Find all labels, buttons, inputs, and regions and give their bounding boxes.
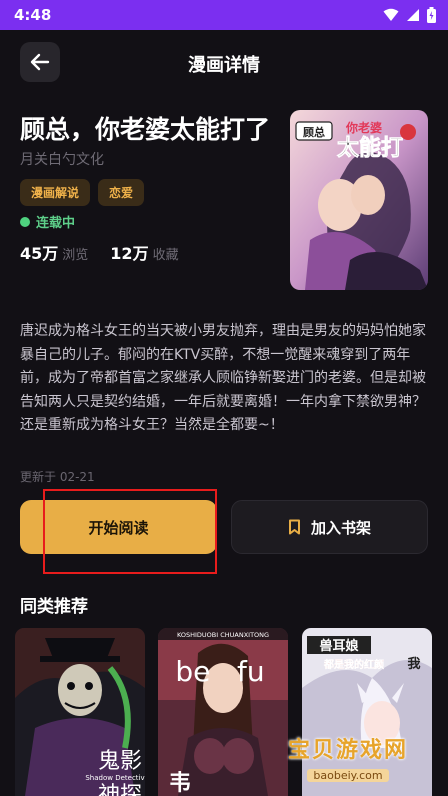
comic-title: 顾总，你老婆太能打了 [20, 115, 271, 144]
views-stat: 45万 浏览 [20, 240, 88, 264]
battery-icon [427, 7, 436, 23]
favorites-stat: 12万 收藏 [110, 240, 178, 264]
serial-status: 连载中 [20, 212, 75, 231]
serial-status-label: 连载中 [36, 216, 76, 231]
update-date: 更新于 02-21 [20, 470, 95, 484]
watermark-url: baobeiy.com [307, 769, 389, 782]
recommend-top-text: KOSHIDUOBI CHUANXITONG [177, 631, 269, 639]
favorites-label: 收藏 [152, 248, 179, 263]
views-count: 45万 [20, 244, 59, 263]
recommend-subtitle: 都是我的红颜 [323, 658, 384, 671]
tag-item[interactable]: 恋爱 [98, 179, 145, 206]
page-title: 漫画详情 [188, 55, 260, 76]
recommend-title-big: 鬼影 [98, 749, 142, 774]
cover-text-1: 顾总 [303, 125, 325, 139]
recommend-extra: 韦 [169, 771, 191, 796]
recommend-title: 同类推荐 [20, 597, 88, 617]
recommend-card[interactable]: 鬼影 Shadow Detectiv 神探 [15, 628, 145, 796]
watermark-title: 宝贝游戏网 [287, 738, 408, 763]
favorites-count: 12万 [110, 244, 149, 263]
status-icons [383, 7, 436, 23]
recommend-title: 兽耳娘 [319, 638, 359, 654]
add-to-shelf-button[interactable]: 加入书架 [231, 500, 428, 554]
comic-cover: 顾总 你老婆 太能打 [290, 110, 428, 290]
comic-publisher: 月关白勺文化 [20, 152, 104, 168]
add-to-shelf-label: 加入书架 [310, 519, 371, 537]
recommend-extra: 我 [407, 656, 420, 672]
wifi-icon [383, 8, 399, 21]
recommend-subtitle: Shadow Detectiv [85, 774, 144, 782]
signal-icon [407, 9, 419, 21]
status-bar: 4:48 [0, 0, 448, 30]
cover-text-2: 你老婆 [345, 120, 382, 135]
highlight-box [43, 489, 217, 574]
tag-list: 漫画解说 恋爱 [20, 179, 145, 206]
top-bar: 漫画详情 [0, 30, 448, 94]
bookmark-icon [288, 519, 300, 535]
tag-item[interactable]: 漫画解说 [20, 179, 91, 206]
site-watermark: 宝贝游戏网 baobeiy.com [268, 732, 428, 783]
status-time: 4:48 [14, 6, 52, 24]
recommend-big-text: be fu [175, 655, 264, 688]
comic-description: 唐迟成为格斗女王的当天被小男友抛弃，理由是男友的妈妈怕她家暴自己的儿子。郁闷的在… [20, 323, 426, 433]
stats-row: 45万 浏览 12万 收藏 [20, 240, 179, 264]
status-dot-icon [20, 216, 30, 227]
cover-text-3: 太能打 [337, 135, 403, 161]
views-label: 浏览 [62, 248, 89, 263]
recommend-extra: 神探 [98, 783, 142, 796]
